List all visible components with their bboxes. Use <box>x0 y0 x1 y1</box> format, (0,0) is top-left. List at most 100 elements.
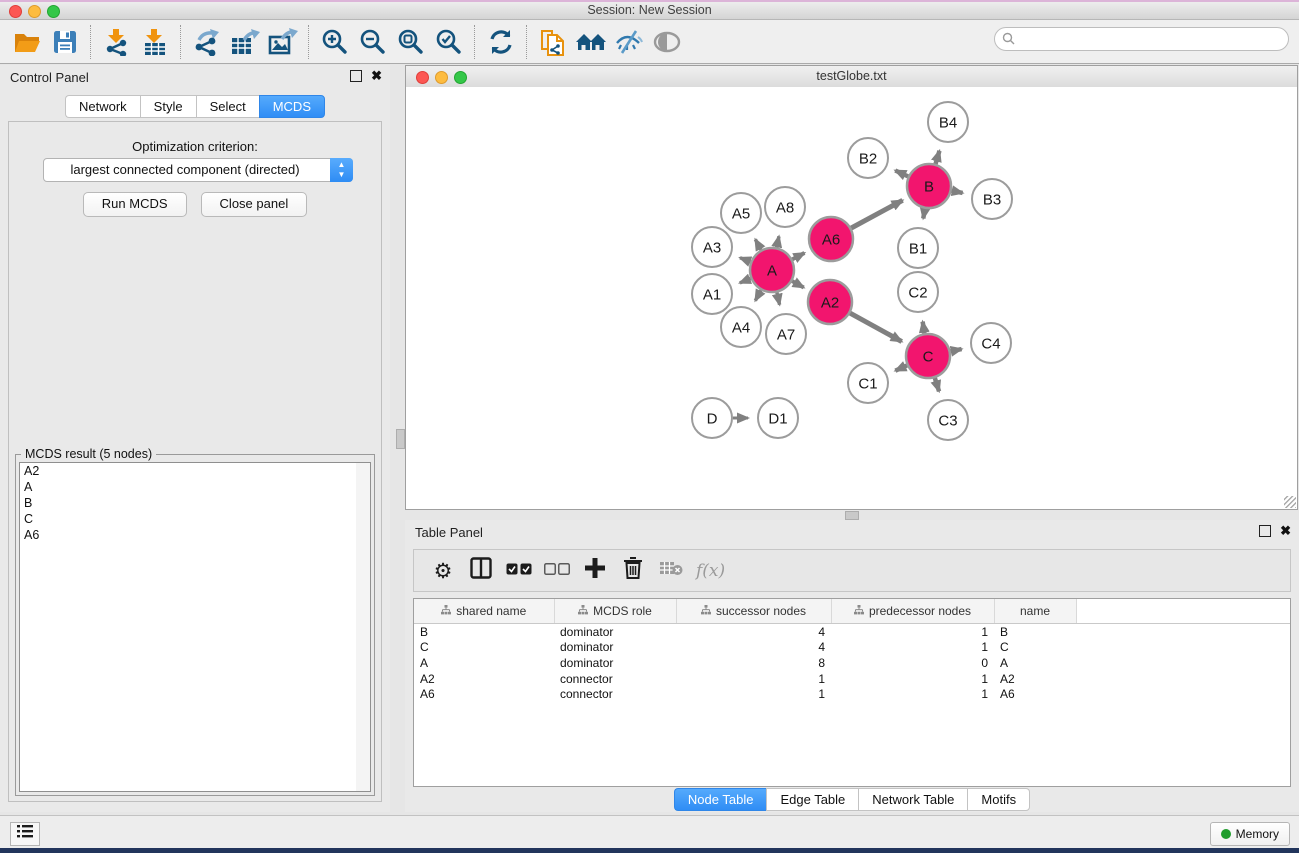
apply-layout-button[interactable] <box>484 25 518 59</box>
graph-node-B3[interactable]: B3 <box>972 179 1012 219</box>
zoom-fit-button[interactable] <box>394 25 428 59</box>
cell-successor_nodes[interactable]: 4 <box>676 624 831 640</box>
graph-node-A2[interactable]: A2 <box>808 280 852 324</box>
export-network-button[interactable] <box>190 25 224 59</box>
cell-shared_name[interactable]: A6 <box>414 686 554 702</box>
desktop-vertical-scrollbar[interactable] <box>396 429 405 449</box>
cell-predecessor_nodes[interactable]: 0 <box>831 655 994 671</box>
graph-edge-A2-C[interactable] <box>848 312 901 341</box>
cell-shared_name[interactable]: B <box>414 624 554 640</box>
tab-select[interactable]: Select <box>196 95 259 118</box>
graph-node-B2[interactable]: B2 <box>848 138 888 178</box>
graph-node-A8[interactable]: A8 <box>765 187 805 227</box>
mcds-result-scrollbar[interactable] <box>356 462 371 792</box>
window-resize-grip[interactable] <box>1284 496 1296 508</box>
minimize-window-button[interactable] <box>28 5 41 18</box>
cell-shared_name[interactable]: A <box>414 655 554 671</box>
cell-name[interactable]: B <box>994 624 1076 640</box>
tab-network-table[interactable]: Network Table <box>858 788 967 811</box>
table-row[interactable]: A2connector11A2 <box>414 671 1290 687</box>
deselect-all-button[interactable] <box>541 555 573 587</box>
mcds-result-item[interactable]: C <box>20 511 356 527</box>
desktop-horizontal-scrollbar[interactable] <box>845 511 859 520</box>
add-column-button[interactable] <box>579 555 611 587</box>
mcds-result-item[interactable]: A2 <box>20 463 356 479</box>
graph-node-A5[interactable]: A5 <box>721 193 761 233</box>
graph-edge-A6-B[interactable] <box>849 200 902 229</box>
cell-successor_nodes[interactable]: 1 <box>676 686 831 702</box>
import-network-button[interactable] <box>100 25 134 59</box>
graph-node-B[interactable]: B <box>907 164 951 208</box>
cell-mcds_role[interactable]: connector <box>554 686 676 702</box>
import-table-button[interactable] <box>138 25 172 59</box>
tab-network[interactable]: Network <box>65 95 140 118</box>
minimize-network-window-button[interactable] <box>435 71 448 84</box>
hide-panels-button[interactable] <box>612 25 646 59</box>
network-window-titlebar[interactable]: testGlobe.txt <box>406 66 1297 88</box>
open-file-button[interactable] <box>10 25 44 59</box>
cell-name[interactable]: A6 <box>994 686 1076 702</box>
save-session-button[interactable] <box>48 25 82 59</box>
table-row[interactable]: Adominator80A <box>414 655 1290 671</box>
graph-node-D[interactable]: D <box>692 398 732 438</box>
table-header-row[interactable]: shared nameMCDS rolesuccessor nodesprede… <box>414 599 1290 624</box>
cell-mcds_role[interactable]: connector <box>554 671 676 687</box>
show-log-button[interactable] <box>10 822 40 846</box>
graph-node-B4[interactable]: B4 <box>928 102 968 142</box>
graph-node-A7[interactable]: A7 <box>766 314 806 354</box>
graph-node-A6[interactable]: A6 <box>809 217 853 261</box>
cell-successor_nodes[interactable]: 1 <box>676 671 831 687</box>
mcds-result-list[interactable]: A2ABCA6 <box>19 462 357 792</box>
graph-node-A3[interactable]: A3 <box>692 227 732 267</box>
graph-node-B1[interactable]: B1 <box>898 228 938 268</box>
column-header-name[interactable]: name <box>994 599 1076 624</box>
network-canvas[interactable]: B4B2BB3A5A8A6A3B1AC2A1A2A4A7C4CC1DD1C3 <box>406 87 1297 509</box>
zoom-out-button[interactable] <box>356 25 390 59</box>
mcds-result-item[interactable]: A6 <box>20 527 356 543</box>
graph-node-A4[interactable]: A4 <box>721 307 761 347</box>
cell-shared_name[interactable]: A2 <box>414 671 554 687</box>
tab-edge-table[interactable]: Edge Table <box>766 788 858 811</box>
zoom-selected-button[interactable] <box>432 25 466 59</box>
close-table-panel-icon[interactable]: ✖ <box>1280 525 1291 537</box>
graph-node-A1[interactable]: A1 <box>692 274 732 314</box>
table-row[interactable]: Cdominator41C <box>414 640 1290 656</box>
function-builder-button[interactable]: f(x) <box>696 561 725 581</box>
cell-name[interactable]: A2 <box>994 671 1076 687</box>
graph-node-C[interactable]: C <box>906 334 950 378</box>
cell-shared_name[interactable]: C <box>414 640 554 656</box>
network-graph[interactable]: B4B2BB3A5A8A6A3B1AC2A1A2A4A7C4CC1DD1C3 <box>406 87 1297 509</box>
duplicate-network-button[interactable] <box>536 25 570 59</box>
table-row[interactable]: Bdominator41B <box>414 624 1290 640</box>
column-header-shared-name[interactable]: shared name <box>414 599 554 624</box>
export-table-button[interactable] <box>228 25 262 59</box>
graph-edge-B-B4[interactable] <box>935 151 939 166</box>
cell-successor_nodes[interactable]: 8 <box>676 655 831 671</box>
table-row[interactable]: A6connector11A6 <box>414 686 1290 702</box>
close-panel-button[interactable]: Close panel <box>201 192 308 217</box>
mcds-result-item[interactable]: A <box>20 479 356 495</box>
graph-node-A[interactable]: A <box>750 248 794 292</box>
settings-gear-button[interactable]: ⚙ <box>427 555 459 587</box>
search-input[interactable] <box>994 27 1289 51</box>
graph-node-C4[interactable]: C4 <box>971 323 1011 363</box>
run-mcds-button[interactable]: Run MCDS <box>83 192 187 217</box>
cell-mcds_role[interactable]: dominator <box>554 624 676 640</box>
column-header-predecessor-nodes[interactable]: predecessor nodes <box>831 599 994 624</box>
table-body[interactable]: Bdominator41BCdominator41CAdominator80AA… <box>414 624 1290 702</box>
node-table[interactable]: shared nameMCDS rolesuccessor nodesprede… <box>413 598 1291 787</box>
graph-edge-A-A2[interactable] <box>790 280 803 287</box>
criterion-select[interactable]: largest connected component (directed) ▲… <box>43 158 353 182</box>
cell-mcds_role[interactable]: dominator <box>554 640 676 656</box>
cell-name[interactable]: A <box>994 655 1076 671</box>
mcds-result-item[interactable]: B <box>20 495 356 511</box>
cell-predecessor_nodes[interactable]: 1 <box>831 624 994 640</box>
delete-column-button[interactable] <box>617 555 649 587</box>
zoom-network-window-button[interactable] <box>454 71 467 84</box>
show-all-networks-button[interactable] <box>574 25 608 59</box>
tab-style[interactable]: Style <box>140 95 196 118</box>
graph-edge-B-B2[interactable] <box>895 171 910 178</box>
graph-node-C1[interactable]: C1 <box>848 363 888 403</box>
close-panel-icon[interactable]: ✖ <box>371 70 382 82</box>
export-image-button[interactable] <box>266 25 300 59</box>
